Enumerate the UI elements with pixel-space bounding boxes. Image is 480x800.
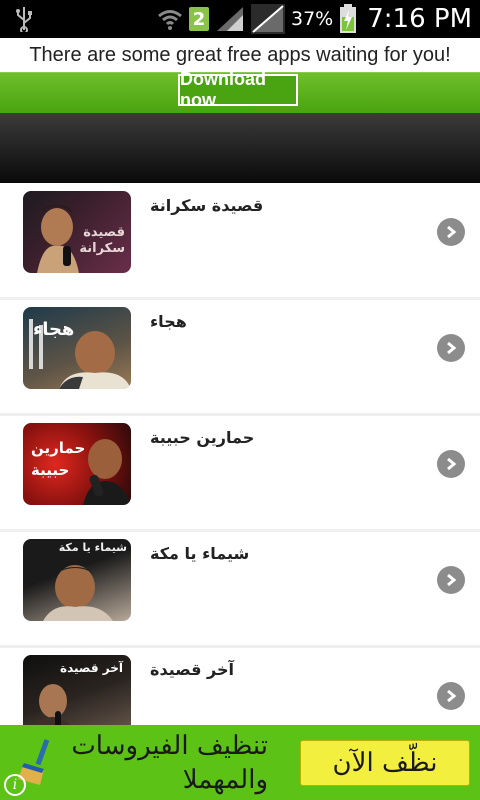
poem-list: قصيدة سكرانة قصيدة سكرانة هجاء هجاء حمار… — [0, 184, 480, 725]
list-item-title: حمارين حبيبة — [150, 428, 255, 447]
thumbnail-caption: آخر قصيدة — [60, 661, 123, 675]
clean-now-button[interactable]: نظّف الآن — [300, 740, 470, 786]
list-item-title: هجاء — [150, 312, 187, 331]
usb-icon — [16, 7, 32, 32]
list-item[interactable]: حمارين حبيبة حمارين حبيبة — [0, 416, 480, 529]
chevron-right-icon[interactable] — [437, 450, 465, 478]
chevron-right-icon[interactable] — [437, 682, 465, 710]
notification-badge: 2 — [189, 7, 209, 31]
download-now-button[interactable]: Download now — [178, 69, 298, 110]
thumbnail-image: هجاء — [23, 307, 131, 389]
chevron-right-icon[interactable] — [437, 566, 465, 594]
list-item[interactable]: شيماء يا مكة شيماء يا مكة — [0, 532, 480, 645]
chevron-right-icon[interactable] — [437, 334, 465, 362]
thumbnail-caption: شيماء يا مكة — [58, 541, 127, 554]
signal-icon — [217, 7, 243, 31]
thumbnail-image: شيماء يا مكة — [23, 539, 131, 621]
list-item-title: شيماء يا مكة — [150, 544, 250, 563]
status-bar: 2 37% 7:16 PM — [0, 0, 480, 38]
thumbnail-image: قصيدة سكرانة — [23, 191, 131, 273]
signal-icon — [251, 4, 285, 34]
thumbnail-caption: قصيدة سكرانة — [79, 225, 125, 256]
chevron-right-icon[interactable] — [437, 218, 465, 246]
ad-headline: تنظيف الفيروسات والمهملا — [71, 731, 268, 795]
promo-banner[interactable]: There are some great free apps waiting f… — [0, 38, 480, 113]
list-item-title: آخر قصيدة — [150, 660, 234, 679]
list-item[interactable]: قصيدة سكرانة قصيدة سكرانة — [0, 184, 480, 297]
bottom-ad-banner[interactable]: تنظيف الفيروسات والمهملا نظّف الآن — [0, 725, 480, 800]
list-item[interactable]: آخر قصيدة آخر قصيدة — [0, 648, 480, 725]
thumbnail-caption: هجاء — [33, 319, 75, 340]
thumbnail-caption: حمارين حبيبة — [31, 439, 86, 479]
info-icon[interactable]: i — [4, 774, 26, 796]
app-header-bar — [0, 113, 480, 185]
promo-banner-text: There are some great free apps waiting f… — [29, 44, 451, 66]
battery-percent: 37% — [291, 8, 334, 30]
list-item[interactable]: هجاء هجاء — [0, 300, 480, 413]
thumbnail-image: آخر قصيدة — [23, 655, 131, 725]
status-time: 7:16 PM — [367, 4, 472, 34]
list-item-title: قصيدة سكرانة — [150, 196, 264, 215]
battery-icon — [340, 4, 357, 33]
thumbnail-image: حمارين حبيبة — [23, 423, 131, 505]
wifi-icon — [158, 10, 182, 30]
